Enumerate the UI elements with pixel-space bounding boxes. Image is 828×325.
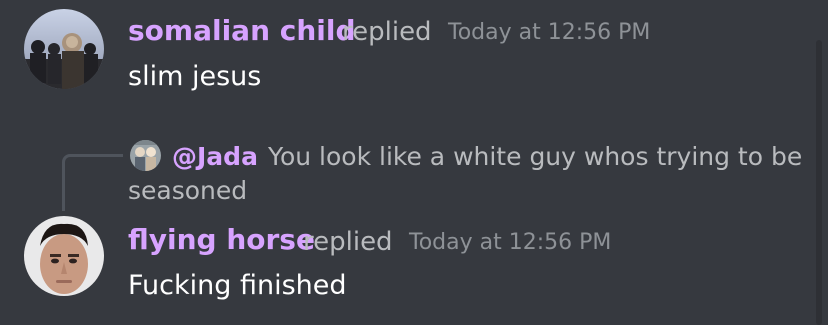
reply-mention[interactable]: @Jada [172, 144, 258, 169]
reply-connector [62, 154, 123, 211]
user-avatar[interactable] [24, 216, 104, 296]
face-photo-avatar-icon [24, 216, 104, 296]
reply-avatar[interactable] [130, 140, 161, 171]
timestamp: Today at 12:56 PM [409, 230, 612, 255]
username[interactable]: flying horse [128, 226, 315, 254]
username[interactable]: somalian child [128, 17, 356, 45]
small-photo-avatar-icon [130, 140, 161, 171]
reply-preview-text[interactable]: You look like a white guy whos trying to… [268, 144, 802, 169]
message-text: Fucking finished [128, 270, 347, 301]
scrollbar[interactable] [816, 40, 822, 325]
reply-preview-text-continued[interactable]: seasoned [128, 178, 247, 203]
group-photo-avatar-icon [24, 9, 104, 89]
message-text: slim jesus [128, 61, 262, 92]
replied-label: replied [303, 227, 393, 257]
chat-view: somalian child replied Today at 12:56 PM… [0, 0, 828, 325]
replied-label: replied [342, 17, 432, 47]
timestamp: Today at 12:56 PM [448, 20, 651, 45]
user-avatar[interactable] [24, 9, 104, 89]
